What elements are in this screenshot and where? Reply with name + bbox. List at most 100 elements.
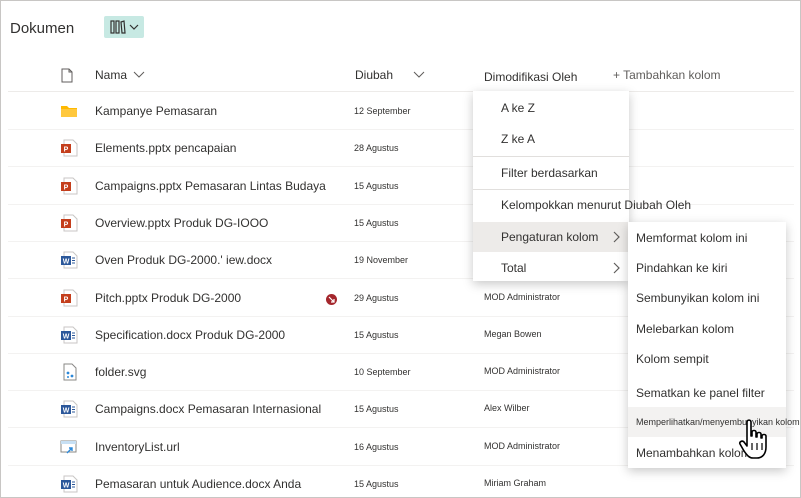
alert-icon[interactable] bbox=[326, 292, 337, 305]
submenu-hide-column[interactable]: Sembunyikan kolom ini bbox=[628, 283, 786, 313]
file-name-link[interactable]: Elements.pptx pencapaian bbox=[95, 141, 236, 155]
svg-text:W: W bbox=[63, 408, 70, 415]
folder-icon bbox=[60, 102, 78, 120]
file-name-link[interactable]: Campaigns.pptx Pemasaran Lintas Budaya bbox=[95, 179, 326, 193]
submenu-pin-to-filter[interactable]: Sematkan ke panel filter bbox=[628, 378, 786, 408]
link-file-icon bbox=[60, 438, 78, 456]
add-column-button[interactable]: + Tambahkan kolom bbox=[613, 66, 721, 84]
modified-by-column-header[interactable]: Dimodifikasi Oleh bbox=[484, 68, 577, 86]
menu-group-by[interactable]: Kelompokkan menurut Diubah Oleh bbox=[473, 190, 691, 220]
submenu-format-column[interactable]: Memformat kolom ini bbox=[628, 223, 786, 253]
menu-item-label: Kolom sempit bbox=[636, 352, 709, 366]
submenu-move-left[interactable]: Pindahkan ke kiri bbox=[628, 253, 786, 283]
word-file-icon: W bbox=[60, 326, 78, 344]
table-row[interactable]: P Elements.pptx pencapaian 28 Agustus bbox=[8, 130, 794, 168]
page-title: Dokumen bbox=[10, 19, 75, 37]
modified-date: 19 November bbox=[354, 255, 409, 266]
word-file-icon: W bbox=[60, 475, 78, 493]
chevron-down-icon bbox=[413, 71, 425, 78]
svg-text:P: P bbox=[64, 184, 69, 191]
file-name-link[interactable]: Campaigns.docx Pemasaran Internasional bbox=[95, 402, 321, 416]
submenu-widen-column[interactable]: Melebarkan kolom bbox=[628, 314, 786, 344]
powerpoint-file-icon: P bbox=[60, 139, 78, 157]
changed-column-label: Diubah bbox=[355, 68, 394, 82]
menu-item-label: Sematkan ke panel filter bbox=[636, 386, 765, 400]
add-column-label: + Tambahkan kolom bbox=[613, 68, 721, 82]
powerpoint-file-icon: P bbox=[60, 214, 78, 232]
word-file-icon: W bbox=[60, 251, 78, 269]
word-file-icon: W bbox=[60, 400, 78, 418]
powerpoint-file-icon: P bbox=[60, 177, 78, 195]
menu-totals[interactable]: Total bbox=[473, 253, 629, 283]
chevron-right-icon bbox=[613, 262, 620, 274]
menu-item-label: Total bbox=[501, 261, 527, 275]
modified-date: 29 Agustus bbox=[354, 292, 399, 303]
modified-by: Megan Bowen bbox=[484, 328, 542, 339]
svg-file-icon bbox=[60, 363, 78, 381]
menu-divider bbox=[473, 156, 629, 157]
modified-date: 12 September bbox=[354, 106, 411, 116]
file-name-link[interactable]: Oven Produk DG-2000.' iew.docx bbox=[95, 253, 272, 267]
changed-column-header[interactable]: Diubah bbox=[355, 66, 425, 84]
menu-item-label: Melebarkan kolom bbox=[636, 322, 735, 336]
menu-item-label: Kelompokkan menurut Diubah Oleh bbox=[501, 198, 692, 212]
menu-item-label: Pindahkan ke kiri bbox=[636, 261, 728, 275]
table-row[interactable]: Kampanye Pemasaran 12 September bbox=[8, 93, 794, 130]
chevron-down-icon bbox=[133, 71, 145, 78]
modified-date: 16 Agustus bbox=[354, 441, 399, 452]
menu-filter-by[interactable]: Filter berdasarkan bbox=[473, 158, 629, 188]
document-icon bbox=[61, 68, 73, 82]
modified-by: MOD Administrator bbox=[484, 291, 561, 302]
svg-text:P: P bbox=[64, 221, 69, 228]
modified-date: 15 Agustus bbox=[354, 404, 399, 415]
modified-date: 15 Agustus bbox=[354, 479, 399, 489]
chevron-right-icon bbox=[613, 231, 620, 243]
modified-date: 15 Agustus bbox=[354, 180, 399, 191]
menu-item-label: Memformat kolom ini bbox=[636, 231, 748, 245]
modified-date: 15 Agustus bbox=[354, 329, 399, 340]
name-column-header[interactable]: Nama bbox=[95, 66, 145, 84]
menu-sort-a-to-z[interactable]: A ke Z bbox=[473, 93, 629, 123]
svg-text:W: W bbox=[63, 259, 70, 266]
menu-sort-z-to-a[interactable]: Z ke A bbox=[473, 124, 629, 154]
column-context-menu: A ke Z Z ke A Filter berdasarkan Kelompo… bbox=[473, 91, 691, 283]
svg-text:W: W bbox=[63, 333, 70, 340]
file-name-link[interactable]: Pemasaran untuk Audience.docx Anda bbox=[95, 477, 301, 491]
table-row[interactable]: W Pemasaran untuk Audience.docx Anda 15 Ag… bbox=[8, 466, 794, 498]
modified-date: 10 September bbox=[354, 367, 411, 378]
menu-item-label: Sembunyikan kolom ini bbox=[636, 291, 760, 305]
library-view-icon bbox=[109, 20, 126, 34]
modified-by-column-label: Dimodifikasi Oleh bbox=[484, 70, 578, 84]
powerpoint-file-icon: P bbox=[60, 289, 78, 307]
file-name-link[interactable]: folder.svg bbox=[95, 365, 146, 379]
svg-text:P: P bbox=[64, 147, 69, 154]
file-name-link[interactable]: Kampanye Pemasaran bbox=[95, 104, 217, 118]
file-name-link[interactable]: Specification.docx Produk DG-2000 bbox=[95, 328, 285, 342]
name-column-label: Nama bbox=[95, 68, 128, 82]
svg-text:P: P bbox=[64, 296, 69, 303]
menu-item-label: A ke Z bbox=[501, 101, 536, 115]
modified-by: Miriam Graham bbox=[484, 478, 547, 488]
chevron-down-icon bbox=[129, 24, 138, 30]
file-name-link[interactable]: InventoryList.url bbox=[95, 440, 180, 454]
view-switcher-button[interactable] bbox=[104, 16, 144, 38]
menu-item-label: Z ke A bbox=[501, 132, 536, 146]
modified-by: MOD Administrator bbox=[484, 440, 561, 451]
modified-date: 15 Agustus bbox=[354, 217, 399, 228]
hand-cursor-icon bbox=[739, 419, 767, 459]
file-name-link[interactable]: Overview.pptx Produk DG-IOOO bbox=[95, 216, 268, 230]
menu-item-label: Filter berdasarkan bbox=[501, 166, 598, 180]
menu-item-label: Memperlihatkan/menyembunyikan kolom bbox=[636, 417, 800, 427]
library-header: Dokumen bbox=[10, 14, 74, 42]
file-type-column-header[interactable] bbox=[61, 66, 73, 84]
modified-by: MOD Administrator bbox=[484, 366, 561, 377]
modified-by: Alex Wilber bbox=[484, 403, 530, 414]
header-divider bbox=[8, 91, 794, 92]
menu-item-label: Pengaturan kolom bbox=[501, 230, 599, 244]
menu-item-label: Menambahkan kolom bbox=[636, 446, 751, 460]
file-name-link[interactable]: Pitch.pptx Produk DG-2000 bbox=[95, 291, 241, 305]
svg-text:W: W bbox=[63, 483, 70, 490]
modified-date: 28 Agustus bbox=[354, 143, 399, 154]
submenu-narrow-column[interactable]: Kolom sempit bbox=[628, 344, 786, 374]
menu-column-settings[interactable]: Pengaturan kolom bbox=[473, 222, 629, 252]
